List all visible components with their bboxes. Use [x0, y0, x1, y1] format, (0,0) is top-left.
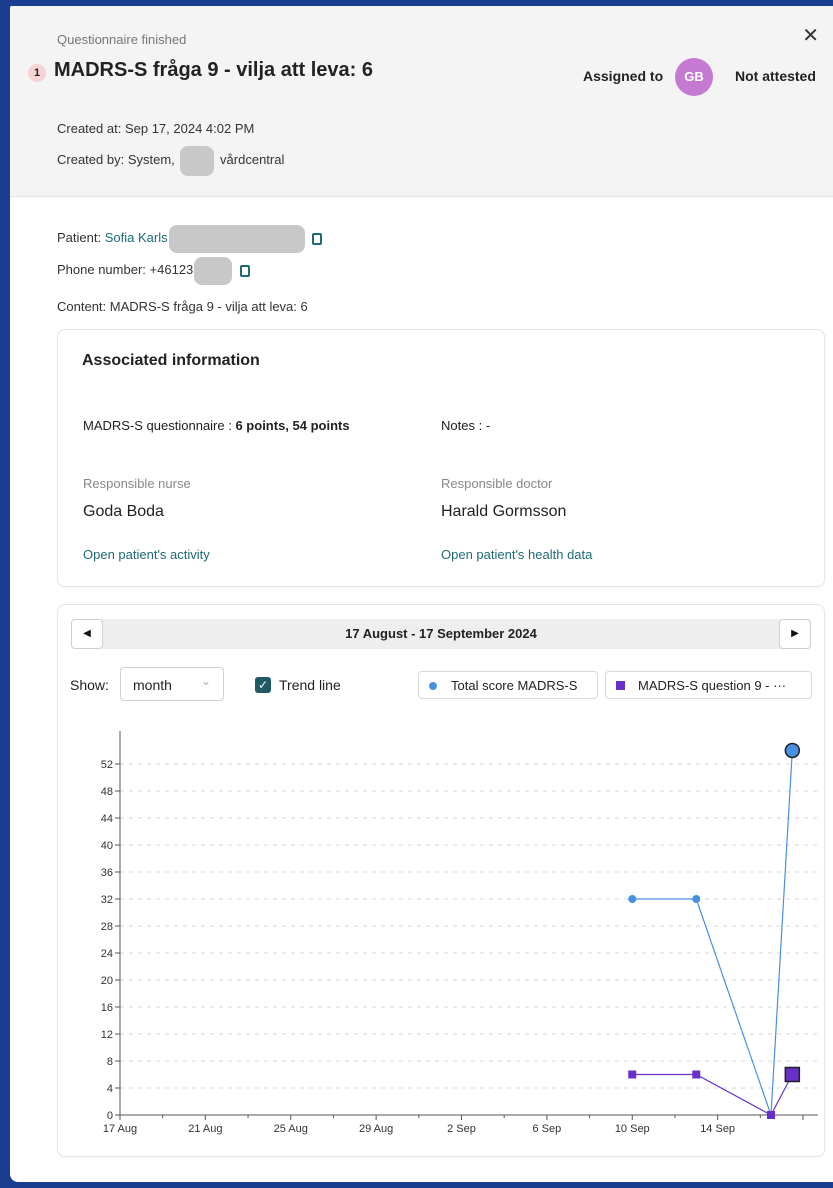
y-tick-label: 16	[101, 1002, 113, 1014]
caret-right-icon[interactable]: ▶	[779, 619, 811, 649]
patient-line: Patient: Sofia Karls	[57, 224, 323, 253]
legend-q9-label: MADRS-S question 9 - ···	[638, 678, 787, 693]
created-at-line: Created at: Sep 17, 2024 4:02 PM	[57, 121, 254, 136]
score-chart: 048121620242832364044485217 Aug 21 Aug 25 …	[101, 731, 818, 1135]
trend-line-checkbox[interactable]: ✓	[255, 677, 271, 693]
created-at-label: Created at:	[57, 121, 122, 136]
created-by-suffix: vårdcentral	[220, 152, 285, 167]
chevron-down-icon: ⌄	[200, 674, 211, 688]
data-point	[766, 1111, 775, 1119]
open-health-data-link[interactable]: Open patient's health data	[441, 547, 592, 562]
legend-total-score[interactable]: Total score MADRS-S	[418, 671, 598, 699]
x-tick-label: 6 Sep	[533, 1123, 562, 1135]
doctor-label: Responsible doctor	[441, 476, 553, 491]
show-label: Show:	[70, 677, 109, 693]
phone-line: Phone number: +46123	[57, 256, 250, 285]
patient-label: Patient:	[57, 230, 102, 245]
square-marker-icon	[616, 681, 625, 690]
notes-value: -	[485, 418, 491, 433]
phone-value: +46123	[149, 262, 194, 277]
assigned-to-label: Assigned to	[583, 68, 664, 84]
x-tick-label: 17 Aug	[103, 1123, 137, 1135]
x-tick-label: 2 Sep	[447, 1123, 476, 1135]
created-by-label: Created by:	[57, 152, 125, 167]
y-tick-label: 12	[101, 1029, 113, 1041]
task-title: MADRS-S fråga 9 - vilja att leva: 6	[54, 59, 373, 81]
data-point	[628, 1070, 637, 1079]
redacted-block	[180, 145, 215, 176]
period-select[interactable]: month ⌄	[120, 667, 224, 701]
x-tick-label: 29 Aug	[359, 1123, 393, 1135]
y-tick-label: 8	[107, 1056, 113, 1068]
x-tick-label: 14 Sep	[700, 1123, 735, 1135]
date-range: 17 August - 17 September 2024	[345, 626, 537, 641]
redacted-block	[194, 256, 233, 285]
y-tick-label: 20	[101, 975, 113, 987]
y-tick-label: 44	[101, 813, 113, 825]
legend-total-label: Total score MADRS-S	[451, 678, 578, 693]
data-point	[628, 895, 637, 903]
y-tick-label: 0	[107, 1110, 113, 1122]
priority-badge: 1	[28, 64, 46, 82]
y-tick-label: 48	[101, 786, 113, 798]
legend-question-9[interactable]: MADRS-S question 9 - ···	[605, 671, 812, 699]
y-tick-label: 32	[101, 894, 113, 906]
series-line	[632, 750, 793, 1116]
phone-label: Phone number:	[57, 262, 146, 277]
created-by-prefix: System,	[127, 152, 175, 167]
questionnaire-value: 6 points, 54 points	[235, 418, 350, 433]
x-tick-label: 21 Aug	[188, 1123, 222, 1135]
redacted-block	[168, 224, 305, 253]
content-value: MADRS-S fråga 9 - vilja att leva: 6	[109, 299, 308, 314]
doctor-name: Harald Gormsson	[441, 503, 567, 520]
chart-card: ◀ 17 August - 17 September 2024 ▶ Show: …	[57, 604, 825, 1157]
created-by-line: Created by: System, vårdcentral	[57, 145, 285, 176]
nurse-name: Goda Boda	[83, 503, 164, 520]
circle-marker-icon	[429, 682, 437, 690]
task-detail-panel: Questionnaire finished ✕ 1 MADRS-S fråga…	[10, 6, 833, 1182]
copy-icon[interactable]	[239, 264, 250, 277]
open-activity-link[interactable]: Open patient's activity	[83, 547, 210, 562]
y-tick-label: 40	[101, 840, 113, 852]
y-tick-label: 4	[107, 1083, 113, 1095]
status-text: Questionnaire finished	[57, 32, 187, 47]
created-at-value: Sep 17, 2024 4:02 PM	[124, 121, 255, 136]
questionnaire-row: MADRS-S questionnaire : 6 points, 54 poi…	[83, 418, 350, 433]
y-tick-label: 52	[101, 759, 113, 771]
trend-line-label: Trend line	[279, 677, 341, 693]
notes-row: Notes : -	[441, 418, 490, 433]
y-tick-label: 28	[101, 921, 113, 933]
data-point	[784, 1066, 801, 1083]
data-point	[784, 742, 801, 759]
period-value: month	[133, 677, 172, 693]
content-line: Content: MADRS-S fråga 9 - vilja att lev…	[57, 299, 308, 314]
y-tick-label: 36	[101, 867, 113, 879]
x-tick-label: 10 Sep	[615, 1123, 650, 1135]
questionnaire-label: MADRS-S questionnaire :	[83, 418, 232, 433]
patient-name-link[interactable]: Sofia Karls	[105, 230, 168, 245]
copy-icon[interactable]	[312, 232, 323, 245]
associated-info-title: Associated information	[82, 352, 260, 369]
content-label: Content:	[57, 299, 107, 314]
y-tick-label: 24	[101, 948, 113, 960]
associated-info-card: Associated information MADRS-S questionn…	[57, 329, 825, 587]
notes-label: Notes :	[441, 418, 483, 433]
attest-status[interactable]: Not attested	[735, 68, 816, 84]
close-icon[interactable]: ✕	[802, 26, 819, 46]
assignee-avatar[interactable]: GB	[675, 58, 713, 96]
task-header: Questionnaire finished ✕ 1 MADRS-S fråga…	[10, 6, 833, 197]
data-point	[692, 1070, 701, 1079]
data-point	[692, 895, 701, 903]
nurse-label: Responsible nurse	[83, 476, 191, 491]
x-tick-label: 25 Aug	[274, 1123, 308, 1135]
date-navigation: ◀ 17 August - 17 September 2024 ▶	[71, 619, 811, 649]
